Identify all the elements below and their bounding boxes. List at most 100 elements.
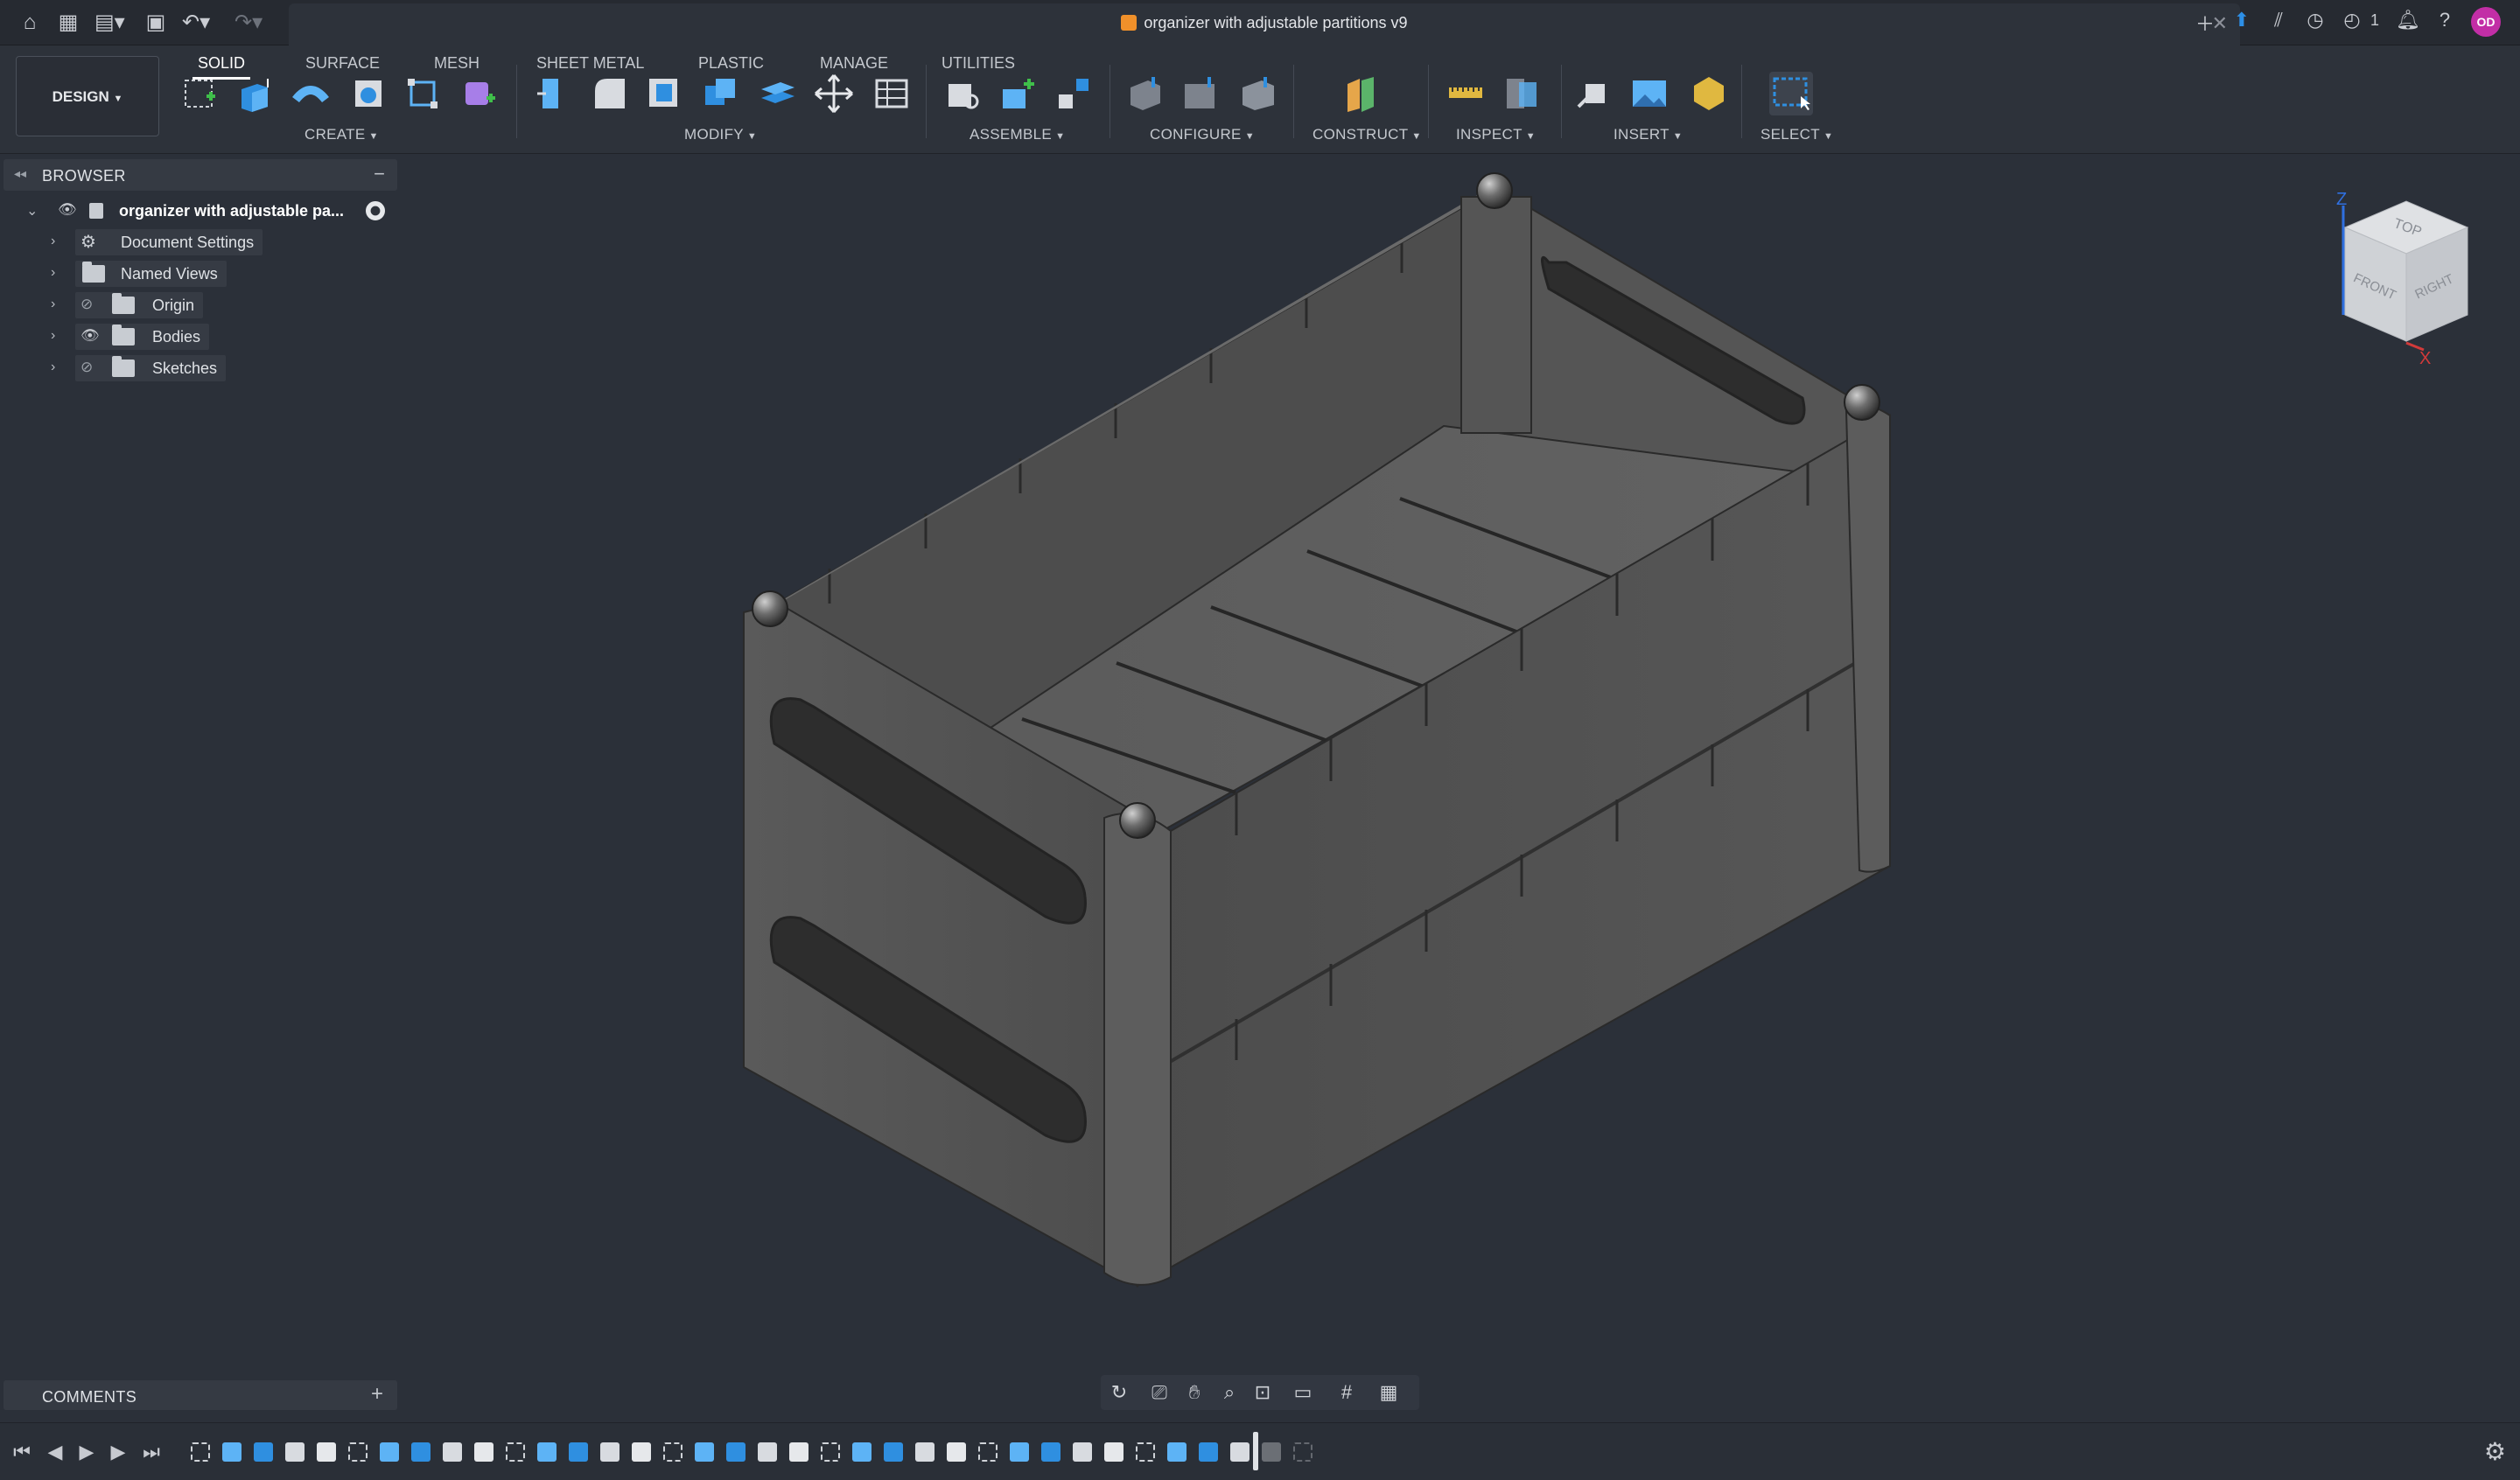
pan-icon[interactable]: ✋︎ bbox=[1183, 1382, 1206, 1403]
display-settings-icon[interactable]: ▭ bbox=[1292, 1382, 1314, 1403]
group-construct[interactable]: CONSTRUCT ▼ bbox=[1312, 126, 1422, 143]
zoom-icon[interactable]: ⌕ bbox=[1218, 1382, 1241, 1403]
timeline-feature-icon[interactable] bbox=[821, 1442, 840, 1462]
group-modify[interactable]: MODIFY ▼ bbox=[684, 126, 757, 143]
comments-panel[interactable]: COMMENTS + bbox=[4, 1380, 397, 1410]
timeline-feature-icon[interactable] bbox=[1010, 1442, 1029, 1462]
create-form-icon[interactable] bbox=[457, 72, 500, 115]
timeline-feature-icon[interactable] bbox=[1230, 1442, 1250, 1462]
group-create[interactable]: CREATE ▼ bbox=[304, 126, 379, 143]
press-pull-icon[interactable] bbox=[530, 72, 574, 115]
timeline-feature-icon[interactable] bbox=[380, 1442, 399, 1462]
timeline-feature-icon[interactable] bbox=[915, 1442, 934, 1462]
tab-sheet-metal[interactable]: SHEET METAL bbox=[536, 54, 644, 73]
extensions-icon[interactable]: ⫽ bbox=[2264, 9, 2292, 31]
interference-icon[interactable] bbox=[1500, 72, 1544, 115]
timeline-feature-icon[interactable] bbox=[1167, 1442, 1186, 1462]
timeline-feature-icon[interactable] bbox=[758, 1442, 777, 1462]
workspace-switcher[interactable]: DESIGN ▼ bbox=[16, 56, 159, 136]
fillet-icon[interactable] bbox=[588, 72, 632, 115]
timeline-feature-icon[interactable] bbox=[411, 1442, 430, 1462]
tab-mesh[interactable]: MESH bbox=[434, 54, 480, 73]
timeline-feature-icon[interactable] bbox=[600, 1442, 620, 1462]
hole-icon[interactable] bbox=[346, 72, 390, 115]
help-icon[interactable]: ? bbox=[2431, 9, 2459, 31]
configure-rows-icon[interactable] bbox=[1180, 72, 1223, 115]
orbit-icon[interactable]: ↻ bbox=[1108, 1382, 1130, 1403]
go-to-end-icon[interactable]: ⏭ bbox=[140, 1441, 163, 1463]
save-icon[interactable]: ▣ bbox=[142, 9, 170, 37]
timeline-feature-icon[interactable] bbox=[852, 1442, 872, 1462]
combine-icon[interactable] bbox=[698, 72, 742, 115]
insert-canvas-icon[interactable] bbox=[1628, 72, 1671, 115]
timeline-feature-icon[interactable] bbox=[789, 1442, 808, 1462]
look-at-icon[interactable]: ⎚ bbox=[1148, 1382, 1171, 1403]
add-comment-icon[interactable]: + bbox=[371, 1382, 383, 1407]
as-built-joint-icon[interactable] bbox=[1052, 72, 1096, 115]
timeline-feature-icon[interactable] bbox=[348, 1442, 368, 1462]
group-insert[interactable]: INSERT ▼ bbox=[1614, 126, 1683, 143]
timeline-feature-icon[interactable] bbox=[222, 1442, 242, 1462]
timeline-feature-icon[interactable] bbox=[474, 1442, 494, 1462]
configure-theme-icon[interactable] bbox=[1237, 72, 1281, 115]
play-icon[interactable]: ▶ bbox=[75, 1441, 98, 1463]
select-window-icon[interactable] bbox=[1769, 72, 1813, 115]
shell-icon[interactable] bbox=[642, 72, 686, 115]
step-forward-icon[interactable]: ▶ bbox=[107, 1441, 130, 1463]
joint-icon[interactable] bbox=[996, 72, 1040, 115]
configure-table-icon[interactable] bbox=[1124, 72, 1167, 115]
change-parameters-icon[interactable] bbox=[870, 72, 914, 115]
viewcube[interactable]: TOP FRONT RIGHT Z X bbox=[2319, 192, 2494, 367]
group-configure[interactable]: CONFIGURE ▼ bbox=[1150, 126, 1255, 143]
revolve-icon[interactable] bbox=[289, 72, 332, 115]
insert-mesh-icon[interactable] bbox=[1687, 72, 1731, 115]
timeline-feature-icon[interactable] bbox=[726, 1442, 746, 1462]
measure-icon[interactable] bbox=[1444, 72, 1488, 115]
timeline-feature-icon[interactable] bbox=[285, 1442, 304, 1462]
grid-icon[interactable]: # bbox=[1335, 1382, 1358, 1403]
bell-icon[interactable]: 🔔︎ bbox=[2394, 9, 2422, 31]
timeline-feature-icon[interactable] bbox=[537, 1442, 556, 1462]
group-assemble[interactable]: ASSEMBLE ▼ bbox=[970, 126, 1065, 143]
tab-manage[interactable]: MANAGE bbox=[820, 54, 888, 73]
timeline-feature-icon[interactable] bbox=[569, 1442, 588, 1462]
viewports-icon[interactable]: ▦ bbox=[1377, 1382, 1400, 1403]
tab-utilities[interactable]: UTILITIES bbox=[942, 54, 1015, 73]
pattern-icon[interactable] bbox=[401, 72, 444, 115]
file-menu-icon[interactable]: ▤▾ bbox=[94, 9, 125, 37]
new-component-icon[interactable] bbox=[942, 72, 985, 115]
tab-solid[interactable]: SOLID bbox=[192, 54, 251, 80]
timeline-feature-icon[interactable] bbox=[317, 1442, 336, 1462]
avatar[interactable]: OD bbox=[2471, 7, 2501, 37]
insert-derive-icon[interactable] bbox=[1573, 72, 1617, 115]
move-icon[interactable] bbox=[812, 72, 856, 115]
redo-icon[interactable]: ↷▾ bbox=[234, 9, 262, 37]
group-select[interactable]: SELECT ▼ bbox=[1760, 126, 1833, 143]
timeline-feature-icon[interactable] bbox=[254, 1442, 273, 1462]
upload-icon[interactable]: ⬆ bbox=[2228, 9, 2256, 31]
timeline-marker[interactable] bbox=[1253, 1432, 1258, 1470]
apps-grid-icon[interactable]: ▦ bbox=[54, 9, 82, 37]
timeline-feature-icon[interactable] bbox=[978, 1442, 998, 1462]
step-back-icon[interactable]: ◀ bbox=[44, 1441, 66, 1463]
timeline-feature-icon[interactable] bbox=[1199, 1442, 1218, 1462]
timeline-feature-icon[interactable] bbox=[947, 1442, 966, 1462]
go-to-start-icon[interactable]: ⏮ bbox=[10, 1441, 33, 1463]
timeline-feature-icon[interactable] bbox=[1262, 1442, 1281, 1462]
timeline-feature-icon[interactable] bbox=[663, 1442, 682, 1462]
gear-icon[interactable]: ⚙ bbox=[2484, 1437, 2506, 1466]
extrude-icon[interactable] bbox=[233, 72, 276, 115]
create-sketch-icon[interactable] bbox=[178, 72, 222, 115]
offset-plane-icon[interactable] bbox=[1339, 72, 1382, 115]
job-status-icon[interactable]: ◷ bbox=[2301, 9, 2329, 31]
fit-icon[interactable]: ⊡ bbox=[1251, 1382, 1274, 1403]
group-inspect[interactable]: INSPECT ▼ bbox=[1456, 126, 1536, 143]
timeline-feature-icon[interactable] bbox=[191, 1442, 210, 1462]
document-tab[interactable]: organizer with adjustable partitions v9 … bbox=[289, 3, 2240, 45]
timeline-feature-icon[interactable] bbox=[1104, 1442, 1124, 1462]
timeline-feature-icon[interactable] bbox=[695, 1442, 714, 1462]
timeline-feature-icon[interactable] bbox=[506, 1442, 525, 1462]
timeline-feature-icon[interactable] bbox=[884, 1442, 903, 1462]
tab-surface[interactable]: SURFACE bbox=[305, 54, 380, 73]
undo-icon[interactable]: ↶▾ bbox=[182, 9, 210, 37]
